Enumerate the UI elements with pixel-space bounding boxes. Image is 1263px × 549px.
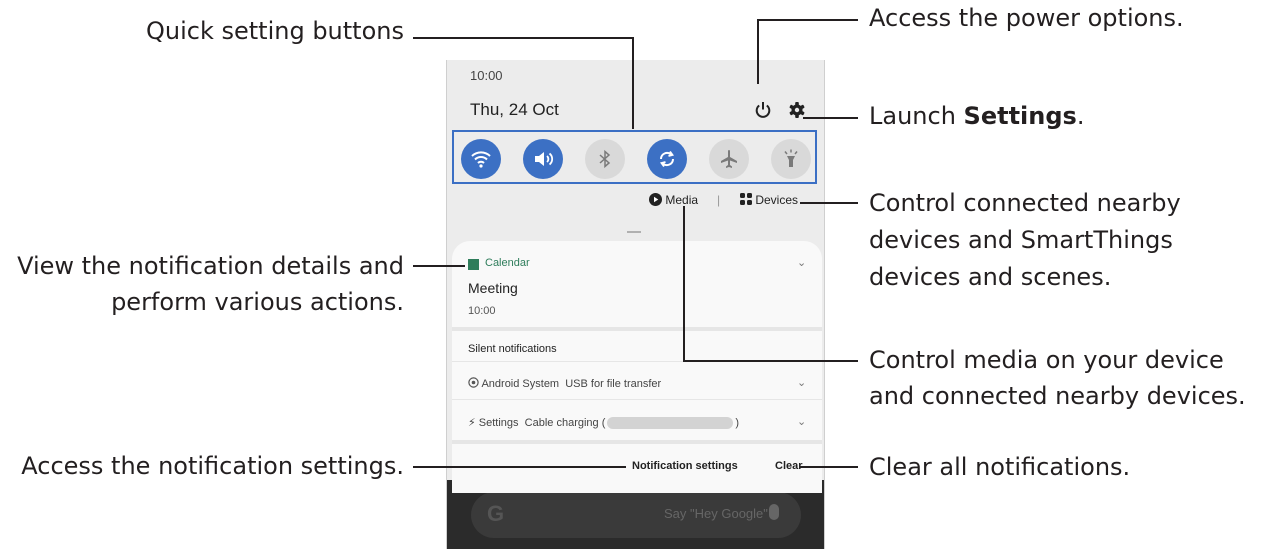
- callout-launch-prefix: Launch: [869, 102, 964, 130]
- android-system-notification[interactable]: Android System USB for file transfer: [468, 377, 661, 390]
- devices-button[interactable]: Devices: [740, 193, 798, 207]
- media-button[interactable]: Media: [649, 193, 698, 207]
- bluetooth-toggle[interactable]: [585, 139, 625, 179]
- callout-clear-all: Clear all notifications.: [869, 453, 1131, 481]
- flashlight-toggle[interactable]: [771, 139, 811, 179]
- silent-notifications-header: Silent notifications: [468, 343, 557, 355]
- google-search-bar[interactable]: G Say "Hey Google": [471, 492, 801, 538]
- chevron-down-icon[interactable]: ⌄: [797, 256, 806, 269]
- auto-rotate-toggle[interactable]: [647, 139, 687, 179]
- clear-button[interactable]: Clear: [775, 460, 803, 472]
- callout-power: Access the power options.: [869, 4, 1184, 32]
- callout-details-line2: perform various actions.: [111, 288, 404, 316]
- meeting-time: 10:00: [468, 305, 496, 317]
- media-label: Media: [665, 193, 699, 207]
- sound-icon: [535, 152, 554, 166]
- notification-settings-button[interactable]: Notification settings: [632, 460, 738, 472]
- google-logo: G: [487, 501, 505, 526]
- charging-bolt-icon: ⚡︎: [468, 417, 476, 429]
- media-devices-divider: |: [717, 193, 721, 207]
- callout-devices-line3: devices and scenes.: [869, 263, 1112, 291]
- callout-launch-settings: Launch Settings.: [869, 101, 1084, 132]
- auto-rotate-icon: [659, 150, 675, 168]
- charging-text-start: Cable charging (: [524, 417, 606, 429]
- wifi-icon: [471, 151, 491, 168]
- callout-devices-line2: devices and SmartThings: [869, 226, 1173, 254]
- notification-divider: [452, 327, 822, 331]
- charging-text-end: ): [735, 417, 740, 429]
- callout-launch-suffix: .: [1076, 102, 1085, 130]
- android-system-app: Android System: [481, 378, 560, 390]
- notification-divider: [452, 399, 822, 400]
- bluetooth-icon: [599, 149, 611, 169]
- google-hint: Say "Hey Google": [664, 506, 768, 521]
- airplane-toggle[interactable]: [709, 139, 749, 179]
- callout-devices-line1: Control connected nearby: [869, 189, 1181, 217]
- devices-label: Devices: [755, 193, 799, 207]
- sound-toggle[interactable]: [523, 139, 563, 179]
- status-time: 10:00: [470, 68, 503, 83]
- chevron-down-icon[interactable]: ⌄: [797, 415, 806, 428]
- callout-media-line1: Control media on your device: [869, 346, 1224, 374]
- date-label: Thu, 24 Oct: [470, 100, 559, 119]
- callout-media-line2: and connected nearby devices.: [869, 382, 1246, 410]
- notification-divider: [452, 440, 822, 444]
- flashlight-icon: [784, 149, 798, 167]
- gear-icon[interactable]: [787, 100, 807, 120]
- settings-app: Settings: [478, 417, 519, 429]
- android-system-icon: [468, 377, 479, 388]
- android-system-text: USB for file transfer: [565, 378, 662, 390]
- settings-charging-notification[interactable]: ⚡︎ Settings Cable charging (): [468, 416, 740, 430]
- callout-notif-settings: Access the notification settings.: [21, 452, 404, 480]
- redacted-text: [607, 417, 734, 430]
- meeting-title[interactable]: Meeting: [468, 280, 518, 296]
- callout-quick-settings: Quick setting buttons: [146, 17, 404, 45]
- microphone-icon[interactable]: [769, 504, 779, 520]
- calendar-icon: [468, 259, 479, 270]
- notification-list: Calendar ⌄ Meeting 10:00 Silent notifica…: [452, 241, 822, 493]
- notification-divider: [452, 361, 822, 362]
- quick-settings-highlight: [452, 130, 817, 184]
- power-icon[interactable]: [753, 100, 773, 120]
- devices-grid-icon: [740, 193, 752, 205]
- calendar-app-label: Calendar: [485, 257, 530, 269]
- panel-drag-handle[interactable]: [627, 231, 641, 233]
- chevron-down-icon[interactable]: ⌄: [797, 376, 806, 389]
- airplane-icon: [721, 150, 737, 168]
- wifi-toggle[interactable]: [461, 139, 501, 179]
- callout-details-line1: View the notification details and: [17, 252, 404, 280]
- callout-launch-bold: Settings: [963, 102, 1077, 130]
- play-icon: [649, 193, 662, 206]
- notification-panel: G Say "Hey Google" 10:00 Thu, 24 Oct Med…: [446, 60, 825, 549]
